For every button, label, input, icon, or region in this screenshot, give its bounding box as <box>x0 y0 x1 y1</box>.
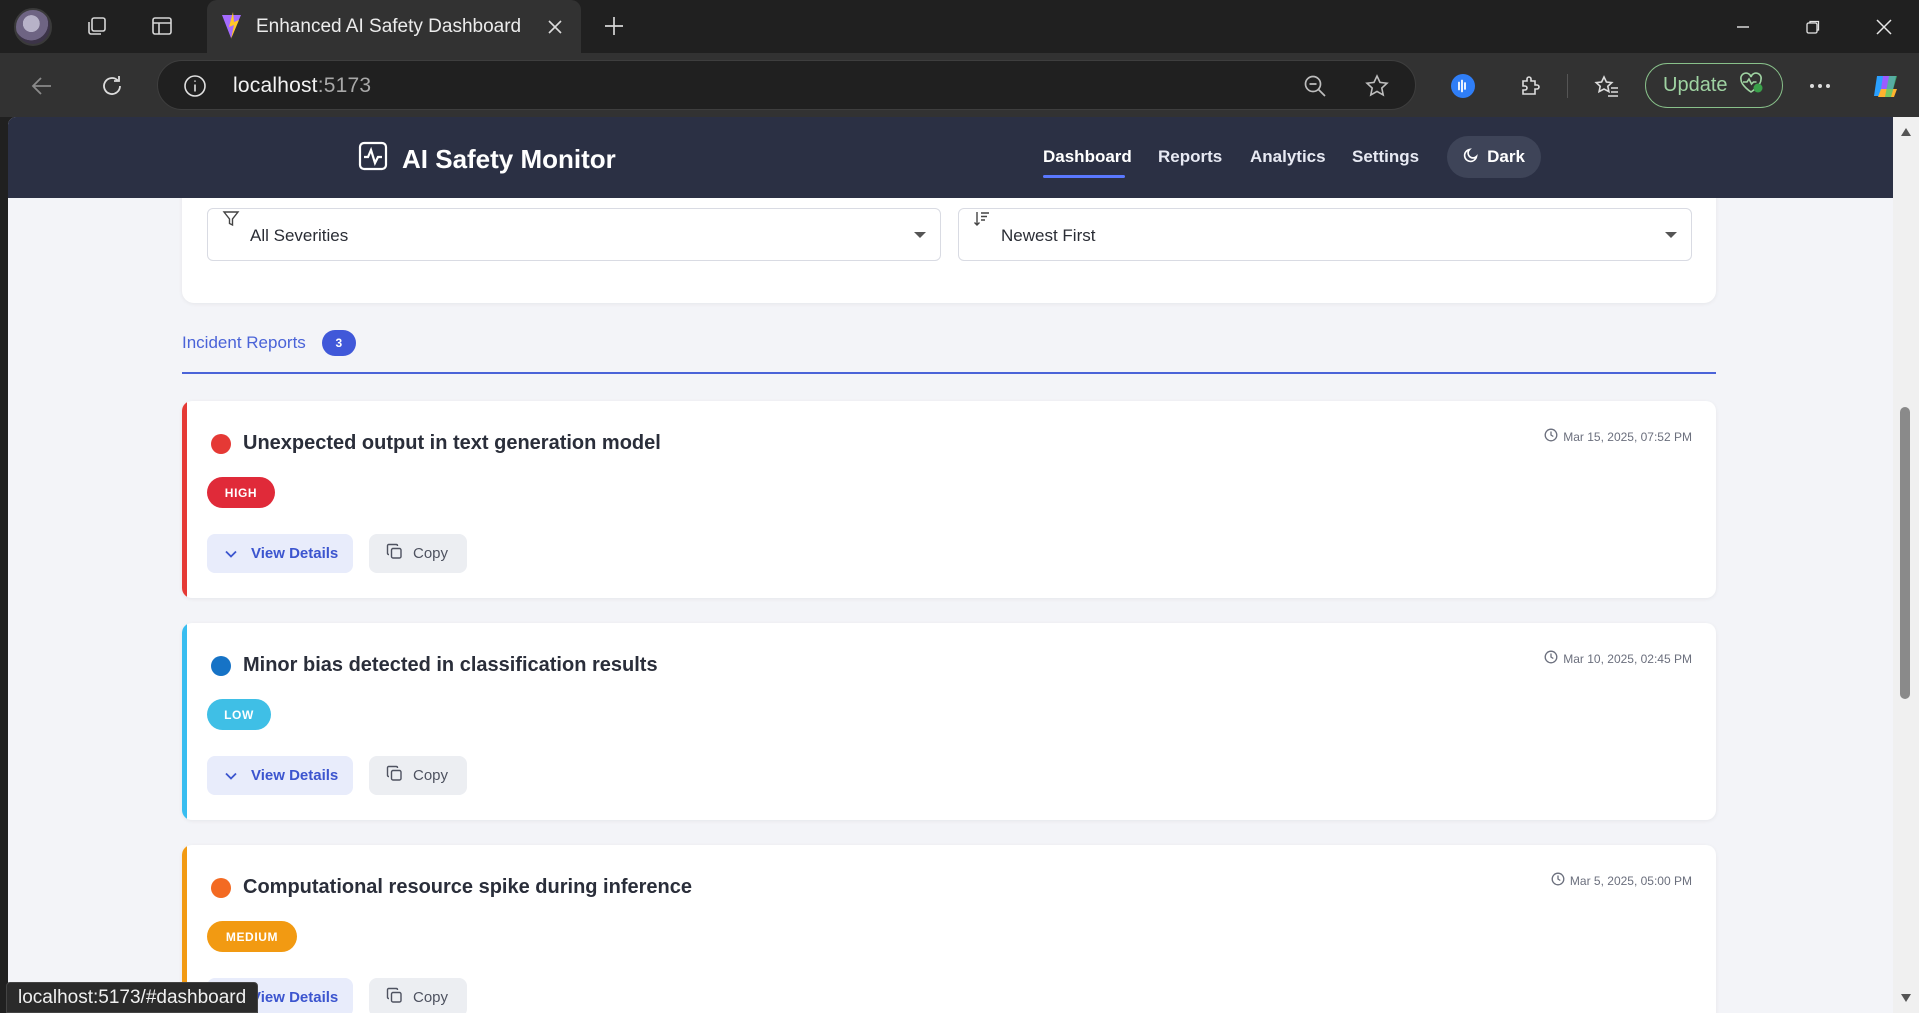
heart-pulse-icon <box>1738 71 1764 101</box>
new-tab-icon[interactable] <box>596 8 632 44</box>
back-icon[interactable] <box>22 66 62 106</box>
copy-button[interactable]: Copy <box>369 756 467 795</box>
scroll-down-arrow-icon[interactable] <box>1900 993 1912 1003</box>
incident-title: Minor bias detected in classification re… <box>243 654 658 676</box>
nav-active-indicator <box>1043 175 1125 178</box>
nav-dashboard[interactable]: Dashboard <box>1043 147 1132 167</box>
tab-title: Enhanced AI Safety Dashboard <box>256 16 522 37</box>
incident-title: Computational resource spike during infe… <box>243 876 692 898</box>
toolbar-divider <box>1567 74 1568 98</box>
url-text: localhost:5173 <box>233 74 372 97</box>
chevron-down-icon <box>914 232 926 238</box>
copy-label: Copy <box>413 545 449 562</box>
clock-icon <box>1551 872 1565 889</box>
incident-date-text: Mar 10, 2025, 02:45 PM <box>1563 651 1692 666</box>
browser-toolbar: localhost:5173 Update <box>0 53 1919 117</box>
page-viewport: AI Safety Monitor Dashboard Reports Anal… <box>8 117 1893 1013</box>
copy-label: Copy <box>413 767 449 784</box>
activity-logo-icon <box>358 141 388 178</box>
close-tab-icon[interactable] <box>540 12 570 42</box>
browser-tab-bar: Enhanced AI Safety Dashboard <box>0 0 1919 53</box>
incident-date: Mar 15, 2025, 07:52 PM <box>1544 428 1692 445</box>
incident-date: Mar 10, 2025, 02:45 PM <box>1544 650 1692 667</box>
severity-stripe <box>182 623 187 820</box>
view-details-button[interactable]: View Details <box>207 534 353 573</box>
tab-actions-icon[interactable] <box>144 8 180 44</box>
severity-dot <box>211 878 231 898</box>
zoom-out-icon[interactable] <box>1302 73 1328 104</box>
copy-button[interactable]: Copy <box>369 534 467 573</box>
copy-icon <box>386 543 403 564</box>
incident-card: Minor bias detected in classification re… <box>182 623 1716 820</box>
close-window-icon[interactable] <box>1864 10 1904 44</box>
section-label: Incident Reports <box>182 333 306 352</box>
chevron-down-icon <box>1665 232 1677 238</box>
severity-dot <box>211 656 231 676</box>
copy-button[interactable]: Copy <box>369 978 467 1013</box>
theme-toggle-button[interactable]: Dark <box>1447 136 1541 178</box>
profile-avatar[interactable] <box>14 8 52 46</box>
incident-count-badge: 3 <box>321 330 356 356</box>
incident-title: Unexpected output in text generation mod… <box>243 432 661 454</box>
status-bar-url: localhost:5173/#dashboard <box>6 982 259 1013</box>
incident-card: Unexpected output in text generation mod… <box>182 401 1716 598</box>
restore-icon[interactable] <box>1793 10 1833 44</box>
chevron-down-icon <box>225 545 237 562</box>
copilot-icon[interactable] <box>1866 66 1906 106</box>
incident-date-text: Mar 5, 2025, 05:00 PM <box>1569 873 1692 888</box>
favorites-icon[interactable] <box>1587 66 1627 106</box>
site-info-icon[interactable] <box>182 73 208 104</box>
nav-analytics[interactable]: Analytics <box>1250 147 1326 167</box>
scroll-up-arrow-icon[interactable] <box>1900 127 1912 137</box>
more-menu-icon[interactable] <box>1800 66 1840 106</box>
severity-stripe <box>182 401 187 598</box>
update-label: Update <box>1663 74 1728 96</box>
incident-date: Mar 5, 2025, 05:00 PM <box>1551 872 1692 889</box>
brand[interactable]: AI Safety Monitor <box>358 141 616 178</box>
severity-badge: MEDIUM <box>207 921 297 952</box>
sort-icon <box>973 210 991 233</box>
browser-tab-active[interactable]: Enhanced AI Safety Dashboard <box>207 0 581 53</box>
clock-icon <box>1544 650 1558 667</box>
view-details-button[interactable]: View Details <box>207 756 353 795</box>
view-details-label: View Details <box>251 767 339 784</box>
sort-order-value: Newest First <box>1001 226 1096 245</box>
app-header: AI Safety Monitor Dashboard Reports Anal… <box>8 117 1893 198</box>
minimize-icon[interactable] <box>1723 10 1763 44</box>
severity-filter-value: All Severities <box>250 226 349 245</box>
view-details-label: View Details <box>251 545 339 562</box>
severity-dot <box>211 434 231 454</box>
scrollbar-thumb[interactable] <box>1900 407 1910 699</box>
sort-order-select[interactable]: Newest First <box>958 208 1692 261</box>
severity-filter-select[interactable]: All Severities <box>207 208 941 261</box>
refresh-icon[interactable] <box>92 66 132 106</box>
view-details-label: View Details <box>251 989 339 1006</box>
address-bar[interactable]: localhost:5173 <box>157 60 1416 110</box>
update-button[interactable]: Update <box>1645 63 1783 108</box>
severity-badge: HIGH <box>207 477 275 508</box>
filter-icon <box>222 210 240 233</box>
theme-label: Dark <box>1487 147 1525 166</box>
favorite-star-icon[interactable] <box>1364 73 1390 104</box>
clock-icon <box>1544 428 1558 445</box>
section-divider <box>182 372 1716 374</box>
extensions-puzzle-icon[interactable] <box>1511 66 1551 106</box>
moon-icon <box>1463 147 1479 168</box>
incident-date-text: Mar 15, 2025, 07:52 PM <box>1563 429 1692 444</box>
severity-badge: LOW <box>207 699 271 730</box>
copy-icon <box>386 987 403 1008</box>
copy-icon <box>386 765 403 786</box>
workspaces-icon[interactable] <box>79 8 115 44</box>
brand-title: AI Safety Monitor <box>402 144 616 174</box>
nav-settings[interactable]: Settings <box>1352 147 1419 167</box>
nav-reports[interactable]: Reports <box>1158 147 1222 167</box>
vite-favicon-icon <box>207 0 255 58</box>
chevron-down-icon <box>225 767 237 784</box>
tab-incident-reports[interactable]: Incident Reports 3 <box>182 330 356 356</box>
extension-audio-icon[interactable] <box>1443 66 1483 106</box>
incident-card: Computational resource spike during infe… <box>182 845 1716 1013</box>
copy-label: Copy <box>413 989 449 1006</box>
